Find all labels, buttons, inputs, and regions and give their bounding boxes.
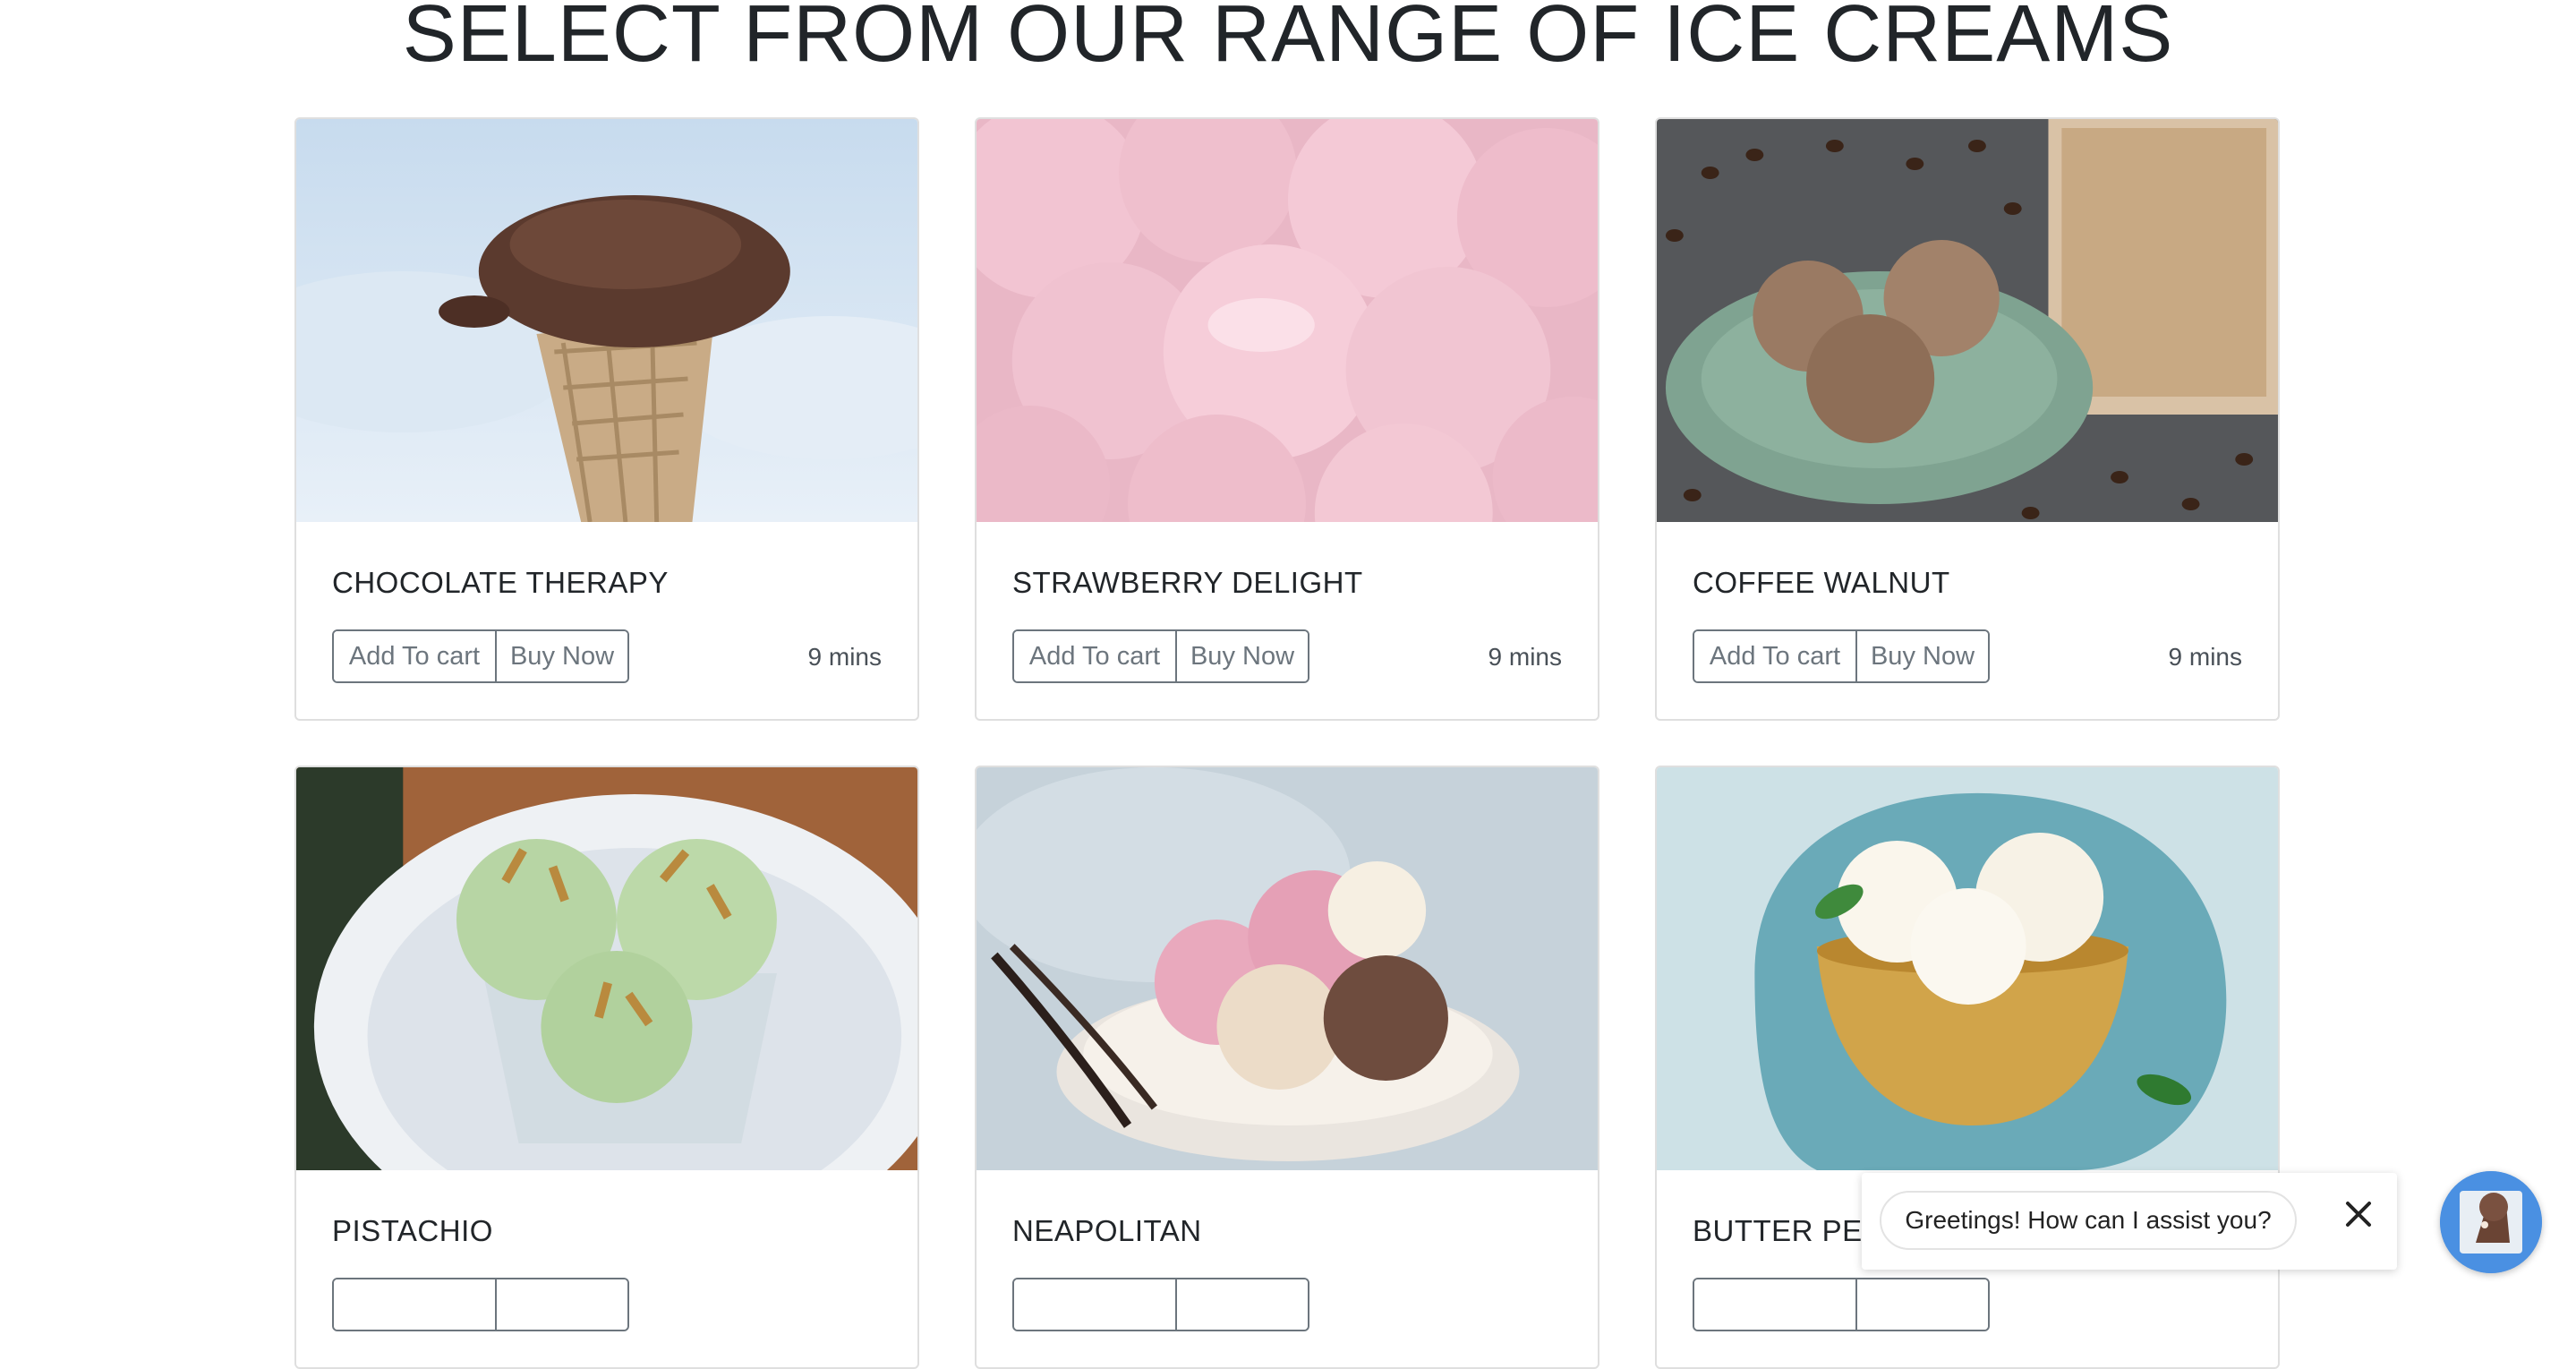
delivery-time: 9 mins [2168, 643, 2242, 671]
product-card-coffee-walnut: COFFEE WALNUT Add To cart Buy Now 9 mins [1655, 117, 2280, 721]
page-title: SELECT FROM OUR RANGE OF ICE CREAMS [402, 0, 2174, 79]
product-actions [1693, 1278, 1990, 1331]
add-to-cart-button[interactable] [1694, 1279, 1857, 1330]
add-to-cart-button[interactable]: Add To cart [334, 631, 497, 681]
buy-now-button[interactable]: Buy Now [1857, 631, 1988, 681]
product-actions: Add To cart Buy Now [1693, 629, 1990, 683]
add-to-cart-button[interactable] [334, 1279, 497, 1330]
buy-now-button[interactable]: Buy Now [1177, 631, 1308, 681]
product-actions [1012, 1278, 1309, 1331]
product-card-strawberry-delight: STRAWBERRY DELIGHT Add To cart Buy Now 9… [975, 117, 1599, 721]
add-to-cart-button[interactable]: Add To cart [1694, 631, 1857, 681]
buy-now-button[interactable]: Buy Now [497, 631, 627, 681]
buy-now-button[interactable] [1177, 1279, 1308, 1330]
delivery-time: 9 mins [1488, 643, 1562, 671]
product-name: PISTACHIO [332, 1214, 493, 1247]
product-image-neapolitan-bowl[interactable] [977, 767, 1598, 1170]
chat-greeting-message[interactable]: Greetings! How can I assist you? [1880, 1191, 2297, 1250]
chat-launcher-button[interactable] [2440, 1171, 2542, 1273]
delivery-time: 9 mins [807, 643, 882, 671]
buy-now-button[interactable] [1857, 1279, 1988, 1330]
product-card-butter-pecan: BUTTER PEC [1655, 766, 2280, 1369]
product-actions [332, 1278, 629, 1331]
product-card-pistachio: PISTACHIO [294, 766, 919, 1369]
product-image-strawberry-scoops[interactable] [977, 119, 1598, 522]
product-image-chocolate-cone[interactable] [296, 119, 917, 522]
product-image-pistachio-bowl[interactable] [296, 767, 917, 1170]
add-to-cart-button[interactable]: Add To cart [1014, 631, 1177, 681]
product-image-coffee-scoops[interactable] [1657, 119, 2278, 522]
product-name: COFFEE WALNUT [1693, 566, 1950, 599]
add-to-cart-button[interactable] [1014, 1279, 1177, 1330]
chat-greeting-popup: Greetings! How can I assist you? [1862, 1173, 2397, 1270]
chatbot-avatar-icon [2440, 1171, 2542, 1273]
close-icon[interactable] [2341, 1196, 2376, 1232]
buy-now-button[interactable] [497, 1279, 627, 1330]
product-actions: Add To cart Buy Now [332, 629, 629, 683]
product-card-neapolitan: NEAPOLITAN [975, 766, 1599, 1369]
product-name: NEAPOLITAN [1012, 1214, 1202, 1247]
product-name: CHOCOLATE THERAPY [332, 566, 669, 599]
product-card-chocolate-therapy: CHOCOLATE THERAPY Add To cart Buy Now 9 … [294, 117, 919, 721]
product-image-vanilla-bowl[interactable] [1657, 767, 2278, 1170]
product-name: BUTTER PEC [1693, 1214, 1885, 1247]
product-name: STRAWBERRY DELIGHT [1012, 566, 1363, 599]
product-actions: Add To cart Buy Now [1012, 629, 1309, 683]
